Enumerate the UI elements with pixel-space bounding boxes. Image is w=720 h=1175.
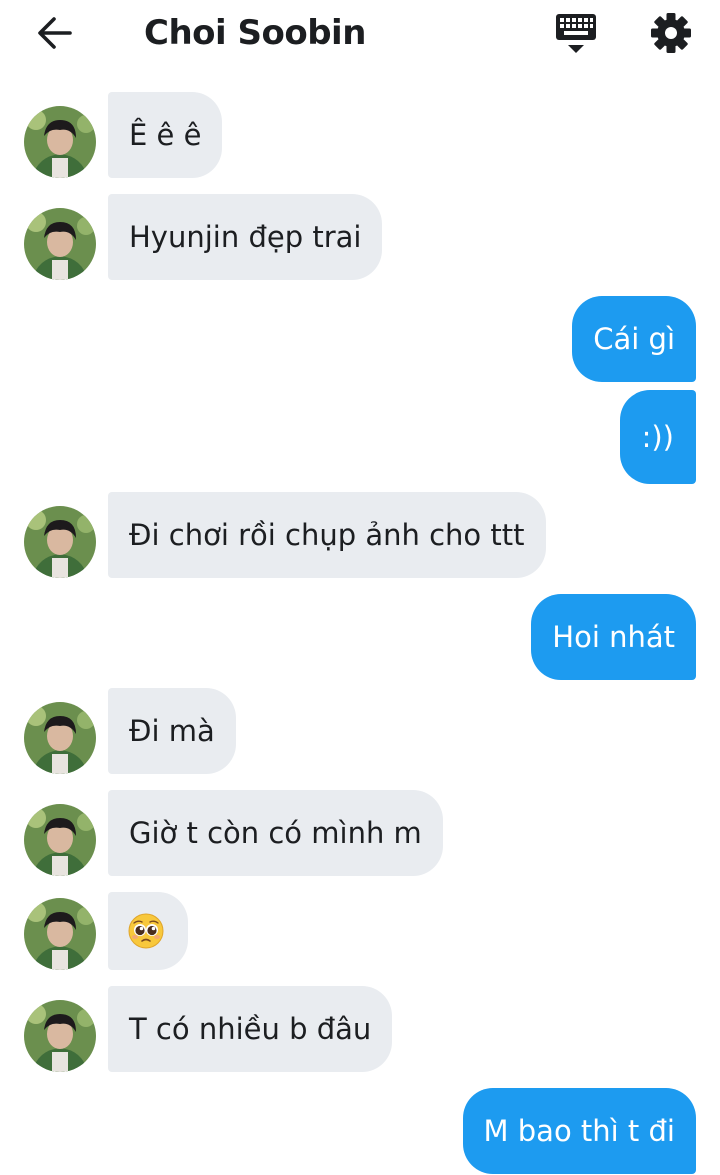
message-text: Hyunjin đẹp trai [129, 220, 362, 254]
message-bubble-outgoing[interactable]: :)) [619, 390, 696, 484]
contact-avatar[interactable] [24, 804, 96, 876]
message-bubble-outgoing[interactable]: M bao thì t đi [462, 1088, 696, 1174]
arrow-left-icon [38, 17, 72, 49]
message-text: T có nhiều b đâu [129, 1012, 372, 1046]
keyboard-button[interactable] [553, 12, 599, 56]
message-bubble-outgoing[interactable]: Hoi nhát [531, 594, 696, 680]
message-bubble-incoming[interactable]: T có nhiều b đâu [108, 986, 393, 1072]
message-text: Hoi nhát [552, 620, 675, 654]
message-text: :)) [641, 420, 674, 454]
message-text: Cái gì [593, 322, 675, 356]
chat-title: Choi Soobin [144, 13, 366, 53]
contact-avatar[interactable] [24, 1000, 96, 1072]
gear-icon [651, 13, 691, 53]
message-text: Ê ê ê [129, 118, 202, 152]
message-text: Đi chơi rồi chụp ảnh cho ttt [129, 518, 525, 552]
contact-avatar[interactable] [24, 106, 96, 178]
message-bubble-incoming[interactable] [108, 892, 188, 970]
keyboard-icon [556, 14, 596, 53]
message-bubble-outgoing[interactable]: Cái gì [572, 296, 696, 382]
message-text: M bao thì t đi [483, 1114, 675, 1148]
message-bubble-incoming[interactable]: Giờ t còn có mình m [108, 790, 443, 876]
contact-avatar[interactable] [24, 702, 96, 774]
message-bubble-incoming[interactable]: Đi mà [108, 688, 236, 774]
message-bubble-incoming[interactable]: Ê ê ê [108, 92, 223, 178]
back-button[interactable] [33, 13, 77, 53]
message-bubble-incoming[interactable]: Đi chơi rồi chụp ảnh cho ttt [108, 492, 546, 578]
contact-avatar[interactable] [24, 208, 96, 280]
contact-avatar[interactable] [24, 898, 96, 970]
pleading-face-emoji [128, 913, 164, 949]
message-bubble-incoming[interactable]: Hyunjin đẹp trai [108, 194, 383, 280]
message-text: Giờ t còn có mình m [129, 816, 422, 850]
chat-header: Choi Soobin [0, 0, 720, 68]
settings-button[interactable] [648, 10, 694, 56]
contact-avatar[interactable] [24, 506, 96, 578]
message-text: Đi mà [129, 714, 215, 748]
